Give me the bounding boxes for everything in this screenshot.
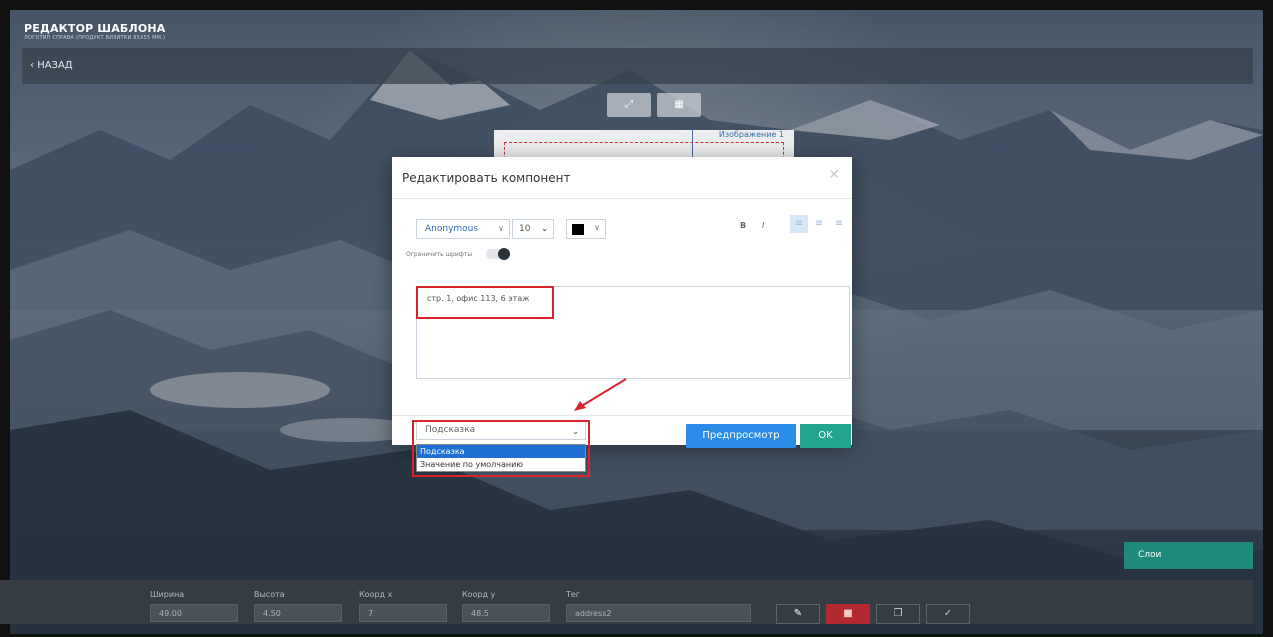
align-right-icon[interactable]: ≡ <box>830 215 848 233</box>
modal-footer-divider <box>392 415 852 416</box>
back-label: НАЗАД <box>37 60 73 71</box>
height-label: Высота <box>254 590 285 599</box>
tag-field[interactable]: address2 <box>566 604 751 622</box>
copy-icon: ❐ <box>893 608 903 619</box>
qr-code-icon: ▦ <box>674 99 684 110</box>
pencil-icon: ✎ <box>793 608 803 619</box>
highlight-text-annotation <box>416 286 554 319</box>
bold-button[interactable]: B <box>740 221 746 230</box>
chevron-down-icon: ∨ <box>498 224 504 233</box>
coord-x-field[interactable]: 7 <box>359 604 447 622</box>
limit-fonts-toggle[interactable] <box>486 248 510 260</box>
coord-x-label: Коорд х <box>359 590 393 599</box>
expand-icon: ⤢ <box>625 99 633 110</box>
text-color-picker[interactable]: ∨ <box>566 219 606 239</box>
qr-button[interactable]: ▦ <box>657 93 701 117</box>
trash-icon: ■ <box>843 608 853 619</box>
width-label: Ширина <box>150 590 185 599</box>
copy-button[interactable]: ❐ <box>876 604 920 624</box>
layers-button[interactable]: Слои <box>1124 542 1253 569</box>
close-icon[interactable]: ✕ <box>828 167 840 183</box>
delete-button[interactable]: ■ <box>826 604 870 624</box>
apply-button[interactable]: ✓ <box>926 604 970 624</box>
edit-button[interactable]: ✎ <box>776 604 820 624</box>
width-field[interactable]: 49.00 <box>150 604 238 622</box>
font-family-select[interactable]: Anonymous ∨ <box>416 219 510 239</box>
page-title: РЕДАКТОР ШАБЛОНА <box>24 22 166 35</box>
italic-button[interactable]: I <box>762 221 764 230</box>
tag-label: Тег <box>566 590 581 599</box>
page-subtitle: ЛОГОТИП СПРАВА (ПРОДУКТ ВИЗИТКИ 85X55 ММ… <box>24 35 166 41</box>
chevron-down-icon: ∨ <box>594 223 600 232</box>
highlight-select-annotation <box>412 420 590 477</box>
align-center-icon[interactable]: ≡ <box>810 215 828 233</box>
font-size-value: 10 <box>519 224 531 234</box>
chevron-left-icon: ‹ <box>30 60 34 71</box>
align-left-icon[interactable]: ≡ <box>790 215 808 233</box>
ok-button[interactable]: OK <box>800 424 851 448</box>
image-component-label: Изображение 1 <box>718 130 784 139</box>
font-family-value: Anonymous <box>425 224 479 234</box>
fullscreen-button[interactable]: ⤢ <box>607 93 651 117</box>
toggle-knob <box>498 248 510 260</box>
font-size-select[interactable]: 10 ⌄ <box>512 219 554 239</box>
color-swatch <box>572 224 584 235</box>
chevron-down-icon: ⌄ <box>541 224 548 233</box>
limit-fonts-label: Ограничить шрифты <box>406 251 473 258</box>
check-icon: ✓ <box>943 608 953 619</box>
modal-divider <box>392 198 852 199</box>
annotation-arrow-icon <box>574 378 627 411</box>
coord-y-field[interactable]: 48.5 <box>462 604 550 622</box>
back-button[interactable]: ‹ НАЗАД <box>30 60 73 71</box>
preview-button[interactable]: Предпросмотр <box>686 424 796 448</box>
navbar <box>22 48 1253 84</box>
coord-y-label: Коорд у <box>462 590 496 599</box>
modal-title: Редактировать компонент <box>402 171 571 185</box>
height-field[interactable]: 4.50 <box>254 604 342 622</box>
